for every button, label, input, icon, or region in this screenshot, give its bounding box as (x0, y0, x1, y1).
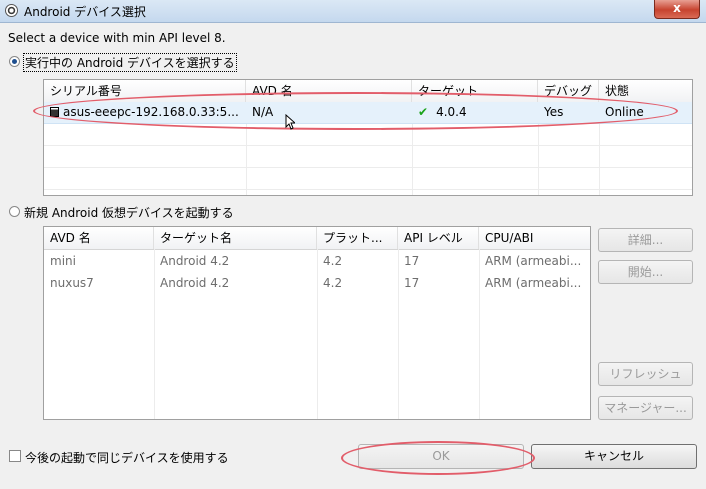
empty-row (44, 146, 692, 168)
dialog-heading: Select a device with min API level 8. (8, 31, 226, 45)
empty-row (44, 168, 692, 190)
cell-serial: asus-eeepc-192.168.0.33:5... (44, 102, 246, 124)
checkmark-icon: ✔ (418, 105, 429, 119)
cell-avd-name: N/A (252, 105, 274, 119)
cancel-button[interactable]: キャンセル (531, 444, 697, 469)
cell-target: ✔ 4.0.4 (418, 105, 467, 119)
title-bar: Android デバイス選択 x (0, 0, 706, 23)
manager-button[interactable]: マネージャー... (598, 396, 693, 420)
cell-target-name: Android 4.2 (160, 276, 230, 290)
radio-running-device[interactable] (9, 56, 20, 67)
column-state[interactable]: 状態 (599, 80, 692, 102)
refresh-button[interactable]: リフレッシュ (598, 362, 693, 386)
close-button[interactable]: x (654, 0, 700, 19)
column-debug[interactable]: デバッグ (538, 80, 599, 102)
cell-cpu-abi: ARM (armeabi... (485, 254, 582, 268)
running-devices-table[interactable]: シリアル番号 AVD 名 ターゲット デバッグ 状態 asus-eeepc-19… (43, 79, 693, 196)
avd-table-header: AVD 名 ターゲット名 プラット... API レベル CPU/ABI (44, 227, 590, 250)
mouse-cursor-icon (285, 114, 295, 130)
radio-launch-avd[interactable] (9, 206, 20, 217)
cell-state: Online (605, 105, 644, 119)
radio-running-device-label[interactable]: 実行中の Android デバイスを選択する (23, 53, 237, 72)
column-cpu-abi[interactable]: CPU/ABI (479, 227, 590, 249)
cell-platform: 4.2 (323, 276, 343, 290)
column-avd-name[interactable]: AVD 名 (246, 80, 412, 102)
cell-platform: 4.2 (323, 254, 343, 268)
column-platform[interactable]: プラット... (317, 227, 398, 249)
details-button[interactable]: 詳細... (598, 228, 693, 252)
column-target[interactable]: ターゲット (412, 80, 538, 102)
table-row[interactable]: asus-eeepc-192.168.0.33:5... N/A ✔ 4.0.4 … (44, 102, 692, 124)
cell-api-level: 17 (404, 254, 420, 268)
table-row[interactable]: mini Android 4.2 4.2 17 ARM (armeabi... (44, 251, 590, 273)
table-header: シリアル番号 AVD 名 ターゲット デバッグ 状態 (44, 80, 692, 103)
start-button[interactable]: 開始... (598, 260, 693, 284)
reuse-device-checkbox[interactable] (9, 450, 21, 462)
column-target-name[interactable]: ターゲット名 (154, 227, 317, 249)
column-avd-name[interactable]: AVD 名 (44, 227, 154, 249)
table-row[interactable]: nuxus7 Android 4.2 4.2 17 ARM (armeabi..… (44, 273, 590, 295)
empty-row (44, 124, 692, 146)
cell-api-level: 17 (404, 276, 420, 290)
column-api-level[interactable]: API レベル (398, 227, 479, 249)
reuse-device-label[interactable]: 今後の起動で同じデバイスを使用する (25, 449, 229, 466)
ok-button[interactable]: OK (358, 444, 524, 469)
eclipse-app-icon (5, 4, 18, 17)
device-icon (50, 107, 59, 117)
cell-avd-name: mini (50, 254, 76, 268)
window-title: Android デバイス選択 (24, 5, 146, 19)
cell-avd-name: nuxus7 (50, 276, 94, 290)
cell-debug: Yes (544, 105, 564, 119)
avd-table[interactable]: AVD 名 ターゲット名 プラット... API レベル CPU/ABI min… (43, 226, 591, 420)
cell-cpu-abi: ARM (armeabi... (485, 276, 582, 290)
column-serial[interactable]: シリアル番号 (44, 80, 246, 102)
radio-launch-avd-label[interactable]: 新規 Android 仮想デバイスを起動する (24, 204, 234, 221)
cell-target-name: Android 4.2 (160, 254, 230, 268)
